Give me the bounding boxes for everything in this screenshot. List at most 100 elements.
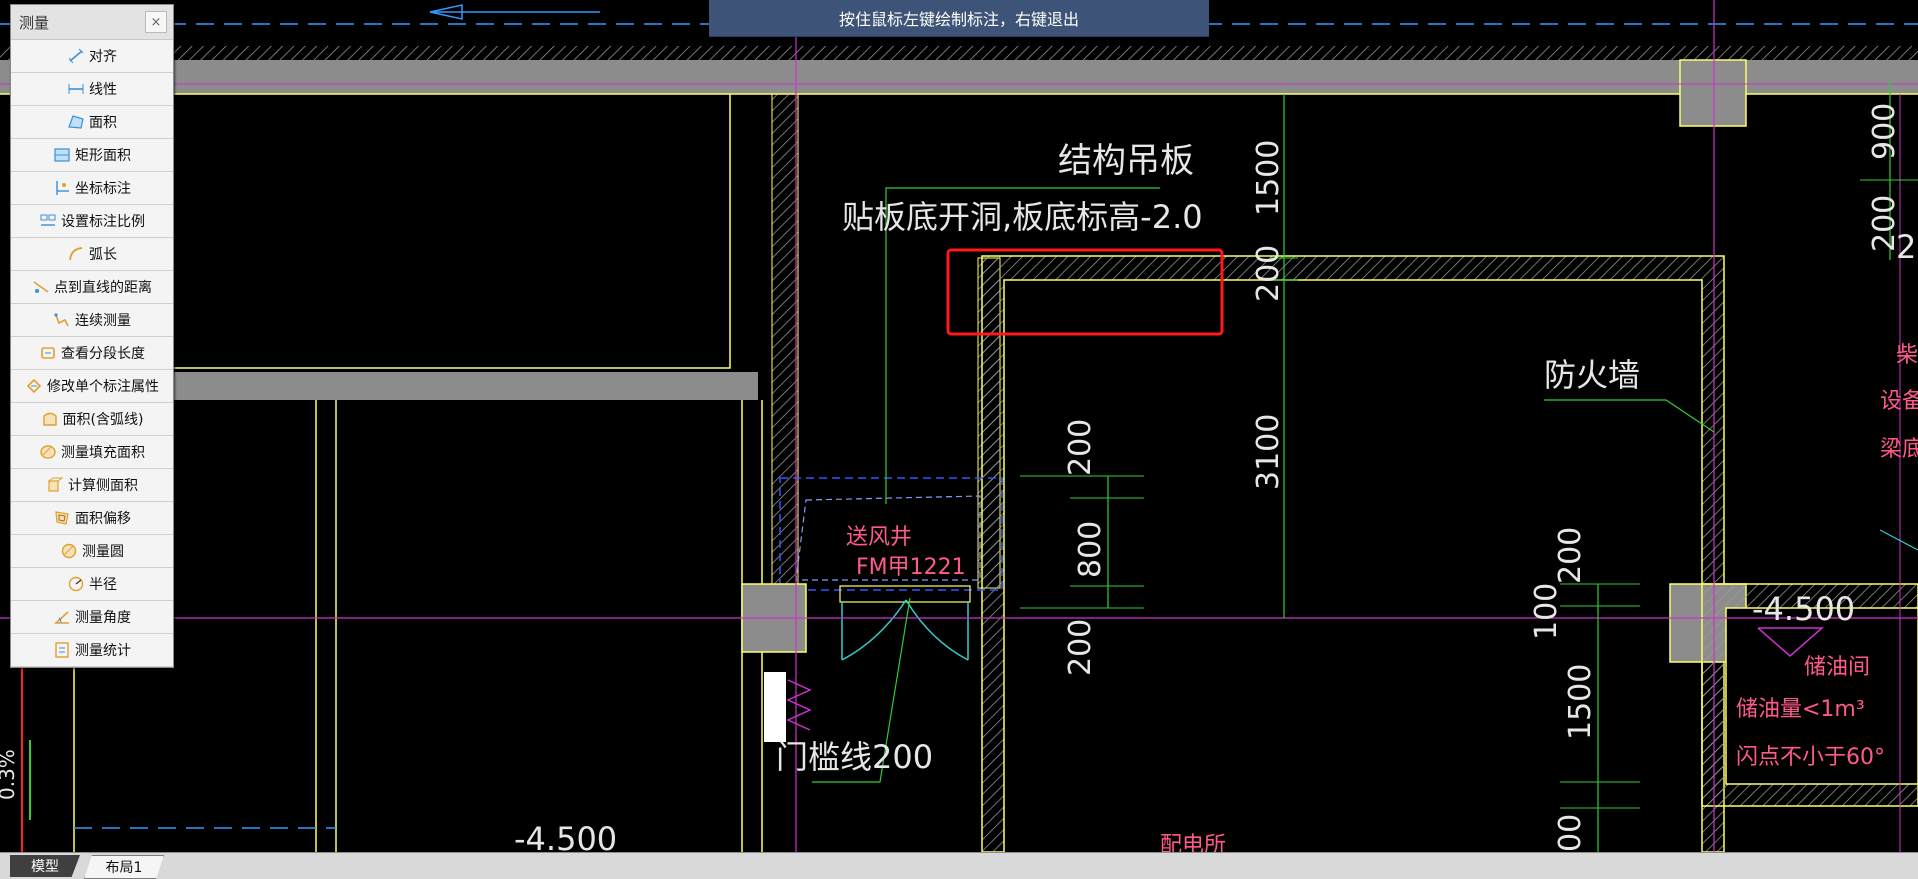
tool-label: 计算侧面积: [68, 478, 138, 494]
door-swing-left: [841, 599, 907, 661]
dim-text-200-top: 200: [1251, 245, 1286, 302]
label-structural-ceiling: 结构吊板: [1058, 141, 1194, 181]
dim-text-200-c: 200: [1553, 527, 1588, 584]
tool-label: 查看分段长度: [61, 346, 145, 362]
measure-palette[interactable]: 测量 × 对齐线性面积矩形面积坐标标注设置标注比例 弧长点到直线的距离连续测量查看…: [10, 4, 174, 668]
tool-arc-length[interactable]: 弧长: [11, 238, 173, 271]
tool-side-area[interactable]: 计算侧面积: [11, 469, 173, 502]
drawing-svg[interactable]: 结构吊板 贴板底开洞,板底标高-2.0 防火墙 送风井 FM甲1221 门槛线2…: [0, 0, 1918, 852]
tool-label: 坐标标注: [75, 181, 131, 197]
door-frame: [839, 585, 971, 603]
coordinate-dimension-icon: [56, 181, 69, 195]
radius-icon: [68, 576, 84, 592]
tool-label: 面积(含弧线): [62, 412, 144, 428]
command-hint-banner: 按住鼠标左键绘制标注，右键退出: [709, 0, 1209, 37]
palette-title-bar[interactable]: 测量 ×: [11, 5, 173, 40]
palette-title: 测量: [19, 13, 50, 32]
dim-text-100: 100: [1529, 583, 1564, 640]
dim-text-200-right: 200: [1867, 195, 1902, 252]
tab-layout1[interactable]: 布局1: [84, 855, 164, 879]
label-edge-1: 柴: [1896, 343, 1918, 368]
tool-label: 面积偏移: [75, 511, 131, 527]
dim-text-1500-top: 1500: [1251, 140, 1286, 216]
tool-radius[interactable]: 半径: [11, 568, 173, 601]
area-icon: [68, 115, 84, 129]
label-opening-note: 贴板底开洞,板底标高-2.0: [842, 198, 1203, 236]
window-marks: [786, 679, 812, 731]
label-oil-capacity: 储油量<1m³: [1736, 697, 1865, 722]
column-top-right: [1679, 59, 1747, 127]
tool-rectangle-area[interactable]: 矩形面积: [11, 139, 173, 172]
label-edge-2: 设备: [1880, 389, 1918, 414]
wall-hatch-top: [0, 46, 1918, 60]
layout-tab-bar: 模型 布局1: [0, 852, 1918, 879]
tool-area-with-arc[interactable]: 面积(含弧线): [11, 403, 173, 436]
area-offset-icon: [55, 511, 69, 525]
rectangle-area-icon: [54, 148, 70, 162]
tool-measure-circle[interactable]: 测量圆: [11, 535, 173, 568]
label-threshold: 门槛线200: [776, 738, 933, 776]
label-air-shaft: 送风井: [846, 525, 912, 550]
point-to-line-icon: [33, 281, 49, 293]
area-with-arc-icon: [42, 412, 57, 426]
label-door-code: FM甲1221: [856, 555, 966, 580]
tool-align-dimension[interactable]: 对齐: [11, 40, 173, 73]
wall-top: [0, 60, 1918, 94]
tool-label: 测量填充面积: [61, 445, 145, 461]
tab-model[interactable]: 模型: [10, 855, 80, 877]
label-flash-point: 闪点不小于60°: [1736, 745, 1885, 770]
tool-label: 设置标注比例: [61, 214, 145, 230]
tool-measure-angle[interactable]: 测量角度: [11, 601, 173, 634]
dim-text-800: 800: [1073, 521, 1108, 578]
cad-drawing-canvas[interactable]: 结构吊板 贴板底开洞,板底标高-2.0 防火墙 送风井 FM甲1221 门槛线2…: [0, 0, 1918, 852]
label-oil-room: 储油间: [1804, 655, 1870, 680]
door-swing-right: [905, 599, 969, 661]
edit-dimension-icon: [26, 378, 42, 394]
label-firewall: 防火墙: [1544, 356, 1640, 394]
wall-hatch-shaft: [771, 93, 799, 589]
tool-area-offset[interactable]: 面积偏移: [11, 502, 173, 535]
measure-circle-icon: [61, 543, 77, 559]
label-level-left: -4.500: [514, 820, 617, 852]
dim-text-200-b: 200: [1063, 619, 1098, 676]
label-edge-left: 0.3%: [0, 749, 19, 800]
tool-label: 测量角度: [75, 610, 131, 626]
measure-angle-icon: [53, 611, 69, 624]
tool-label: 面积: [89, 115, 117, 131]
dim-text-3100: 3100: [1251, 414, 1286, 490]
label-level-right: -4.500: [1752, 590, 1855, 628]
tool-measure-statistics[interactable]: 测量统计: [11, 634, 173, 667]
tool-label: 弧长: [89, 247, 117, 263]
tool-hatch-area[interactable]: 测量填充面积: [11, 436, 173, 469]
dimension-scale-icon: [40, 214, 56, 226]
label-power-room: 配电所: [1160, 833, 1226, 852]
tool-label: 点到直线的距离: [54, 280, 152, 296]
tool-linear-dimension[interactable]: 线性: [11, 73, 173, 106]
tool-dimension-scale[interactable]: 设置标注比例: [11, 205, 173, 238]
dim-text-200-a: 200: [1063, 419, 1098, 476]
tool-area[interactable]: 面积: [11, 106, 173, 139]
label-edge-3: 梁底: [1880, 437, 1918, 462]
dim-text-1500-bottom: 1500: [1563, 664, 1598, 740]
tool-label: 修改单个标注属性: [47, 379, 159, 395]
linear-dimension-icon: [68, 84, 84, 94]
tool-label: 测量统计: [75, 643, 131, 659]
tool-coordinate-dimension[interactable]: 坐标标注: [11, 172, 173, 205]
tool-point-to-line[interactable]: 点到直线的距离: [11, 271, 173, 304]
continuous-measure-icon: [54, 313, 69, 327]
right-edge-line: [1879, 529, 1918, 551]
palette-close-button[interactable]: ×: [145, 11, 167, 33]
segment-length-icon: [41, 347, 55, 359]
tool-label: 矩形面积: [75, 148, 131, 164]
tool-segment-length[interactable]: 查看分段长度: [11, 337, 173, 370]
tool-edit-dimension[interactable]: 修改单个标注属性: [11, 370, 173, 403]
arc-length-icon: [69, 247, 83, 261]
tool-label: 线性: [89, 82, 117, 98]
leader-firewall: [1544, 399, 1715, 433]
tool-continuous-measure[interactable]: 连续测量: [11, 304, 173, 337]
dim-text-00: 00: [1553, 814, 1588, 852]
tool-label: 半径: [89, 577, 117, 593]
align-dimension-icon: [68, 48, 84, 64]
tool-label: 测量圆: [82, 544, 124, 560]
side-area-icon: [47, 477, 64, 492]
